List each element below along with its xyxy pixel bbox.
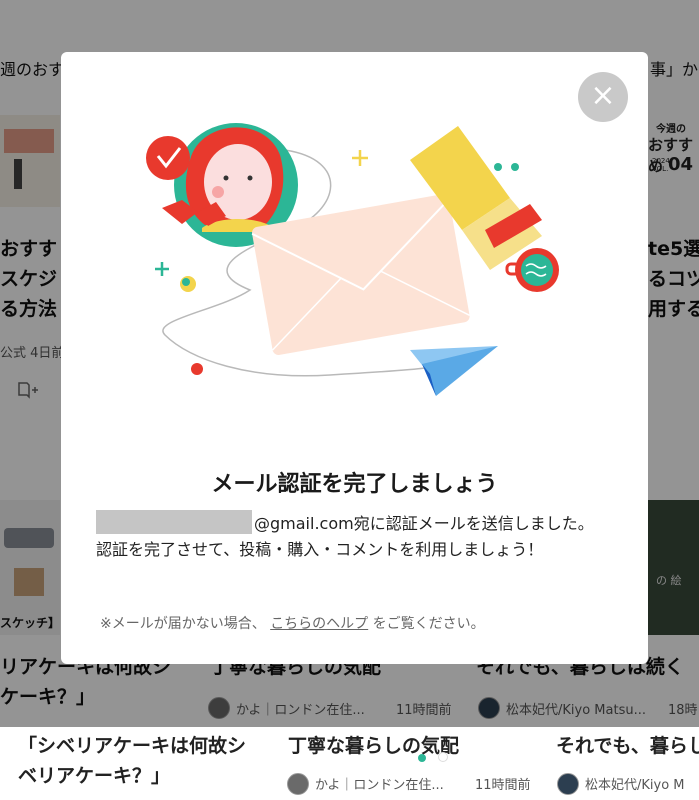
- close-button[interactable]: ×: [578, 72, 628, 122]
- help-link[interactable]: こちらのヘルプ: [270, 616, 368, 632]
- row2-author-b[interactable]: かよ｜ロンドン在住...: [315, 774, 444, 793]
- row2-title-a-l1[interactable]: 「シベリアケーキは何故シ: [18, 731, 246, 758]
- close-icon: ×: [590, 78, 616, 113]
- help-note: ※メールが届かない場合、 こちらのヘルプ をご覧ください。: [100, 613, 485, 633]
- check-icon: [146, 136, 190, 180]
- note-prefix: ※メールが届かない場合、: [100, 616, 266, 632]
- carousel-dot[interactable]: [438, 752, 448, 762]
- row2-author-c[interactable]: 松本妃代/Kiyo M: [585, 774, 685, 793]
- mug-icon: [505, 248, 559, 292]
- carousel-indicator: [418, 747, 460, 766]
- row2-title-c[interactable]: それでも、暮らし: [556, 731, 699, 758]
- modal-message: @gmail.com宛に認証メールを送信しました。 認証を完了させて、投稿・購入…: [96, 510, 606, 563]
- modal-title: メール認証を完了しましょう: [211, 472, 498, 497]
- avatar[interactable]: [557, 773, 579, 795]
- avatar[interactable]: [287, 773, 309, 795]
- row2-time-b: 11時間前: [475, 778, 531, 793]
- bottom-article-strip: 「シベリアケーキは何故シ ベリアケーキ？」 丁寧な暮らしの気配 それでも、暮らし…: [0, 727, 699, 800]
- row2-title-a-l2[interactable]: ベリアケーキ？」: [18, 761, 170, 788]
- note-suffix: をご覧ください。: [372, 616, 485, 632]
- email-illustration: [90, 120, 610, 410]
- carousel-dot-active[interactable]: [418, 754, 426, 762]
- paper-plane-icon: [410, 346, 498, 396]
- redacted-email: [96, 510, 252, 534]
